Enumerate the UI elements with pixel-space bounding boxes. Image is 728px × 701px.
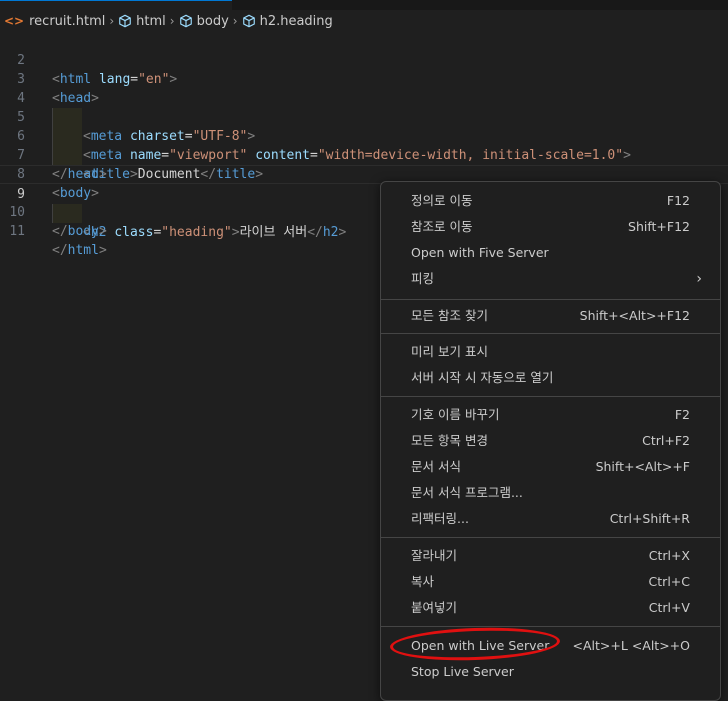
code-line[interactable]: 2 <html lang="en">	[0, 32, 728, 87]
tab-recruit-html[interactable]	[0, 0, 232, 10]
menu-item-refactor[interactable]: 리팩터링... Ctrl+Shift+R	[385, 506, 716, 532]
line-number: 11	[9, 224, 25, 239]
chevron-right-icon: ›	[696, 271, 702, 287]
code-text: </body>	[52, 222, 107, 241]
code-token: h2	[322, 225, 339, 240]
code-token: </	[52, 243, 68, 258]
breadcrumb-html-label: html	[136, 13, 166, 29]
menu-divider	[381, 626, 720, 627]
symbol-cube-icon	[179, 14, 192, 28]
breadcrumb-file[interactable]: <> recruit.html	[4, 14, 105, 29]
code-token: </	[52, 224, 68, 239]
menu-item-go-to-references[interactable]: 참조로 이동 Shift+F12	[385, 214, 716, 240]
menu-item-paste[interactable]: 붙여넣기 Ctrl+V	[385, 595, 716, 621]
menu-item-find-all-references[interactable]: 모든 참조 찾기 Shift+<Alt>+F12	[385, 303, 716, 329]
breadcrumb: <> recruit.html › html › body › h2.headi…	[0, 10, 728, 32]
breadcrumb-body[interactable]: body	[179, 14, 229, 29]
menu-item-open-with-five-server[interactable]: Open with Five Server	[385, 240, 716, 266]
menu-divider	[381, 299, 720, 300]
chevron-right-icon: ›	[169, 14, 175, 28]
breadcrumb-file-label: recruit.html	[29, 13, 106, 29]
menu-item-format-document[interactable]: 문서 서식 Shift+<Alt>+F	[385, 454, 716, 480]
breadcrumb-h2-label: h2.heading	[259, 13, 333, 29]
menu-item-auto-open-on-start[interactable]: 서버 시작 시 자동으로 열기	[385, 365, 716, 391]
code-line[interactable]: 8 <body>	[0, 146, 728, 201]
code-token: class	[114, 225, 154, 240]
menu-divider	[381, 333, 720, 334]
code-token: 라이브 서버	[239, 225, 308, 240]
menu-item-peek[interactable]: 피킹 ›	[385, 266, 716, 292]
code-text: <h2 class="heading">라이브 서버</h2>	[83, 223, 346, 242]
code-token: >	[231, 225, 240, 240]
code-token: html	[67, 243, 99, 258]
code-token: "heading"	[161, 225, 232, 240]
code-line[interactable]: 5 <meta name="viewport" content="width=d…	[0, 89, 728, 163]
code-token: >	[98, 243, 107, 258]
breadcrumb-body-label: body	[196, 13, 229, 29]
breadcrumb-h2[interactable]: h2.heading	[242, 14, 333, 29]
symbol-cube-icon	[119, 14, 131, 28]
tab-bar	[0, 0, 728, 10]
menu-divider	[381, 396, 720, 397]
menu-item-open-with-live-server[interactable]: Open with Live Server <Alt>+L <Alt>+O	[385, 633, 716, 659]
menu-item-cut[interactable]: 잘라내기 Ctrl+X	[385, 543, 716, 569]
code-token: >	[338, 225, 347, 240]
menu-item-format-document-with[interactable]: 문서 서식 프로그램...	[385, 480, 716, 506]
menu-item-stop-live-server[interactable]: Stop Live Server	[385, 659, 716, 685]
menu-item-rename-symbol[interactable]: 기호 이름 바꾸기 F2	[385, 402, 716, 428]
code-line[interactable]: 3 <head>	[0, 51, 728, 106]
code-line[interactable]: 6 <title>Document</title>	[0, 108, 728, 182]
code-token: body	[67, 224, 99, 239]
code-token: >	[98, 224, 107, 239]
menu-item-go-to-definition[interactable]: 정의로 이동 F12	[385, 188, 716, 214]
context-menu: 정의로 이동 F12 참조로 이동 Shift+F12 Open with Fi…	[380, 181, 721, 701]
menu-item-copy[interactable]: 복사 Ctrl+C	[385, 569, 716, 595]
chevron-right-icon: ›	[109, 14, 115, 28]
html-file-icon: <>	[4, 14, 25, 28]
symbol-cube-icon	[242, 14, 255, 28]
chevron-right-icon: ›	[232, 14, 238, 28]
menu-item-show-preview[interactable]: 미리 보기 표시	[385, 339, 716, 365]
menu-item-change-all-occurrences[interactable]: 모든 항목 변경 Ctrl+F2	[385, 428, 716, 454]
code-token: </	[307, 225, 323, 240]
breadcrumb-html[interactable]: html	[118, 14, 166, 29]
code-line[interactable]: 4 <meta charset="UTF-8">	[0, 70, 728, 144]
menu-divider	[381, 537, 720, 538]
code-text: </html>	[52, 241, 107, 260]
code-line[interactable]: 7 </head>	[0, 127, 728, 182]
